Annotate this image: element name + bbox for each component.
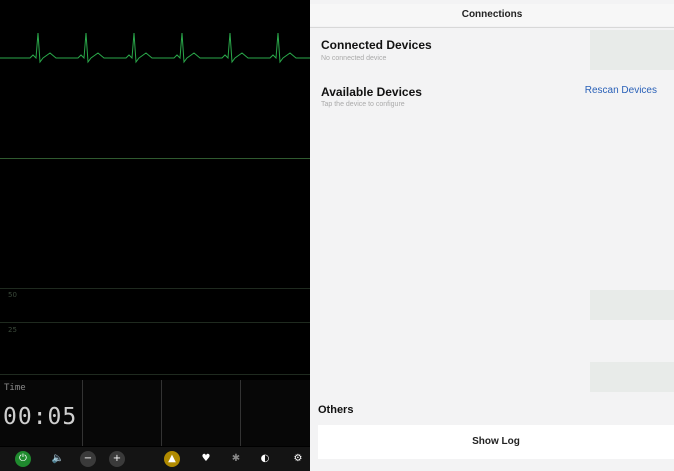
patient-monitor: 50 25 Time 00:05 ⏻ 🔈 − + ▲ ♥ ✱ ◐ ⚙ bbox=[0, 0, 310, 471]
heart-icon[interactable]: ♥ bbox=[198, 451, 214, 467]
time-value: 00:05 bbox=[3, 404, 78, 430]
display-panel bbox=[161, 380, 240, 446]
speaker-icon[interactable]: 🔈 bbox=[50, 451, 66, 467]
contrast-icon[interactable]: ◐ bbox=[257, 451, 273, 467]
panel-title: Connections bbox=[310, 4, 674, 26]
snowflake-icon[interactable]: ✱ bbox=[228, 451, 244, 467]
gridline bbox=[0, 322, 310, 323]
available-devices-heading: Available Devices bbox=[321, 85, 422, 99]
minus-icon[interactable]: − bbox=[80, 451, 96, 467]
background-ghost bbox=[590, 290, 674, 320]
background-ghost bbox=[590, 362, 674, 392]
waveform-divider bbox=[0, 158, 310, 159]
others-heading: Others bbox=[318, 404, 354, 416]
bell-icon[interactable]: ▲ bbox=[164, 451, 180, 467]
time-label: Time bbox=[4, 383, 26, 393]
control-bar: ⏻ 🔈 − + ▲ ♥ ✱ ◐ ⚙ bbox=[0, 447, 310, 471]
connected-devices-status: No connected device bbox=[321, 55, 387, 62]
power-icon[interactable]: ⏻ bbox=[15, 451, 31, 467]
available-devices-hint: Tap the device to configure bbox=[321, 101, 405, 108]
scale-label: 50 bbox=[8, 291, 17, 299]
ecg-waveform bbox=[0, 32, 310, 64]
divider bbox=[310, 27, 674, 28]
scale-label: 25 bbox=[8, 326, 17, 334]
display-panel bbox=[240, 380, 310, 446]
rescan-devices-button[interactable]: Rescan Devices bbox=[585, 85, 657, 96]
gridline bbox=[0, 374, 310, 375]
show-log-button[interactable]: Show Log bbox=[318, 425, 674, 459]
gear-icon[interactable]: ⚙ bbox=[290, 451, 306, 467]
plus-icon[interactable]: + bbox=[109, 451, 125, 467]
background-ghost bbox=[590, 30, 674, 70]
connections-panel: Connections Connected Devices No connect… bbox=[310, 0, 674, 471]
connected-devices-heading: Connected Devices bbox=[321, 38, 432, 52]
display-panel bbox=[82, 380, 161, 446]
gridline bbox=[0, 288, 310, 289]
